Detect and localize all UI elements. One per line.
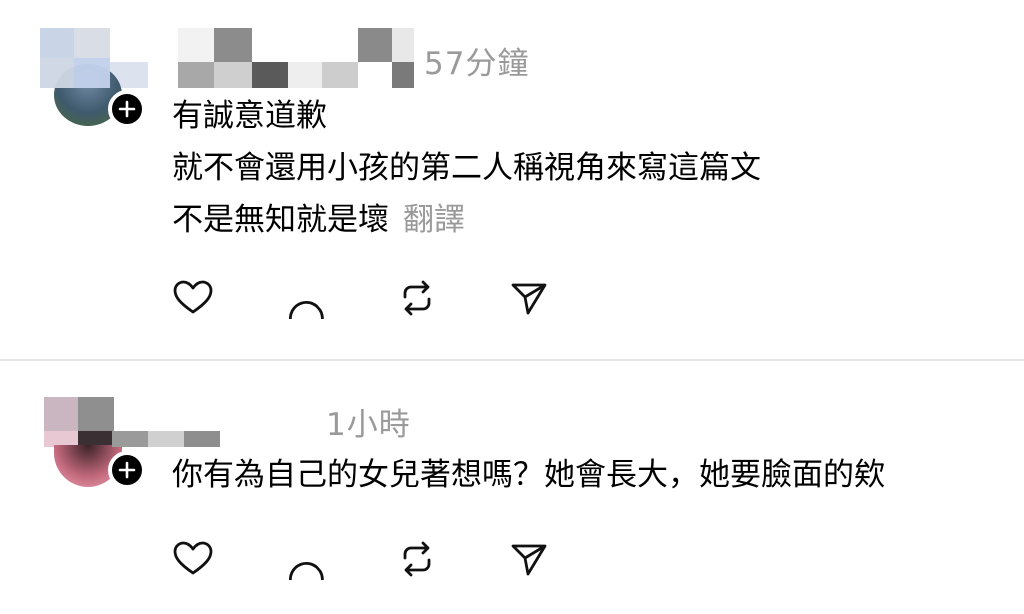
translate-link[interactable]: 翻譯 <box>403 202 465 238</box>
plus-icon <box>118 461 136 479</box>
share-icon <box>511 283 547 315</box>
avatar[interactable] <box>40 397 148 497</box>
comment-line: 就不會還用小孩的第二人稱視角來寫這篇文 <box>172 150 761 186</box>
comment-item: 1小時 你有為自己的女兒著想嗎？她會長大，她要臉面的欸 <box>0 361 1024 614</box>
comment-icon <box>288 562 324 580</box>
comment-line-text: 不是無知就是壞 <box>172 202 389 238</box>
comment-text: 你有為自己的女兒著想嗎？她會長大，她要臉面的欸 <box>172 449 885 501</box>
avatar[interactable] <box>40 28 148 128</box>
follow-button[interactable] <box>108 90 146 128</box>
action-bar <box>172 276 620 320</box>
timestamp: 1小時 <box>326 407 411 443</box>
reply-button[interactable] <box>284 276 396 320</box>
follow-button[interactable] <box>108 451 146 489</box>
plus-icon <box>118 100 136 118</box>
timestamp: 57分鐘 <box>424 46 530 82</box>
share-button[interactable] <box>508 537 620 581</box>
share-icon <box>511 544 547 576</box>
like-button[interactable] <box>172 276 284 320</box>
heart-icon <box>173 280 213 314</box>
repost-button[interactable] <box>396 276 508 320</box>
reply-button[interactable] <box>284 537 396 581</box>
heart-icon <box>173 541 213 575</box>
comment-line-last: 不是無知就是壞 翻譯 <box>172 194 761 246</box>
comment-item: 57分鐘 有誠意道歉 就不會還用小孩的第二人稱視角來寫這篇文 不是無知就是壞 翻譯 <box>0 0 1024 360</box>
share-button[interactable] <box>508 276 620 320</box>
comment-text: 有誠意道歉 就不會還用小孩的第二人稱視角來寫這篇文 不是無知就是壞 翻譯 <box>172 90 761 246</box>
username[interactable] <box>112 431 220 447</box>
comment-icon <box>288 301 324 319</box>
comment-line: 有誠意道歉 <box>172 98 327 134</box>
repost-button[interactable] <box>396 537 508 581</box>
comment-line: 你有為自己的女兒著想嗎？她會長大，她要臉面的欸 <box>172 457 885 493</box>
username[interactable] <box>178 28 414 88</box>
text-fade <box>994 455 1024 499</box>
like-button[interactable] <box>172 537 284 581</box>
repost-icon <box>403 541 431 577</box>
action-bar <box>172 537 620 581</box>
repost-icon <box>403 280 431 316</box>
